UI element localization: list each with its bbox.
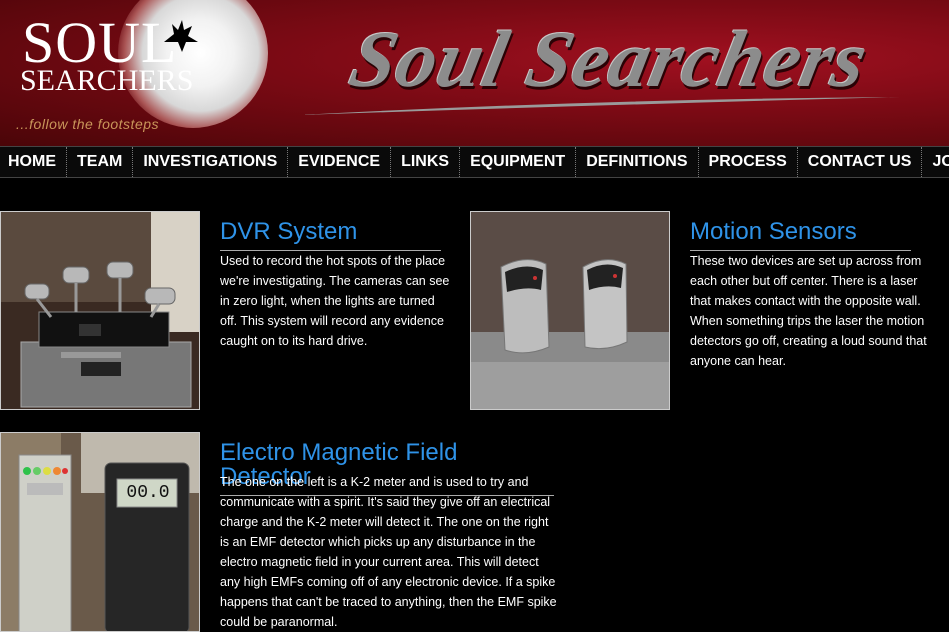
nav-evidence[interactable]: EVIDENCE xyxy=(288,147,392,177)
banner-title: Soul Searchers xyxy=(342,16,876,104)
nav-equipment[interactable]: EQUIPMENT xyxy=(460,147,577,177)
motion-sensor-image xyxy=(471,212,669,409)
nav-definitions[interactable]: DEFINITIONS xyxy=(576,147,699,177)
emf-display-readout: 00.0 xyxy=(126,483,170,503)
section-text-dvr: Used to record the hot spots of the plac… xyxy=(220,254,450,348)
section-text-motion-sensors: These two devices are set up across from… xyxy=(690,254,927,368)
dvr-system-photo xyxy=(0,211,200,410)
nav-links[interactable]: LINKS xyxy=(391,147,461,177)
section-text-emf: The one on the left is a K-2 meter and i… xyxy=(220,475,557,629)
logo-tagline: ...follow the footsteps xyxy=(16,116,160,132)
dvr-camera-image xyxy=(1,212,199,409)
section-title-dvr: DVR System xyxy=(220,220,441,251)
motion-sensors-photo xyxy=(470,211,670,410)
section-title-motion-sensors: Motion Sensors xyxy=(690,220,911,251)
logo-line-2[interactable]: SEARCHERS xyxy=(20,66,193,96)
nav-team[interactable]: TEAM xyxy=(67,147,134,177)
nav-contact-us[interactable]: CONTACT US xyxy=(798,147,923,177)
emf-meter-image xyxy=(1,433,199,631)
nav-home[interactable]: HOME xyxy=(0,147,67,177)
nav-join[interactable]: JOIN xyxy=(922,147,949,177)
nav-process[interactable]: PROCESS xyxy=(699,147,798,177)
crow-icon xyxy=(164,20,198,52)
site-header: SOUL SEARCHERS ...follow the footsteps S… xyxy=(0,0,949,146)
nav-investigations[interactable]: INVESTIGATIONS xyxy=(133,147,289,177)
emf-detector-photo: 00.0 xyxy=(0,432,200,632)
main-nav: HOME TEAM INVESTIGATIONS EVIDENCE LINKS … xyxy=(0,146,949,178)
